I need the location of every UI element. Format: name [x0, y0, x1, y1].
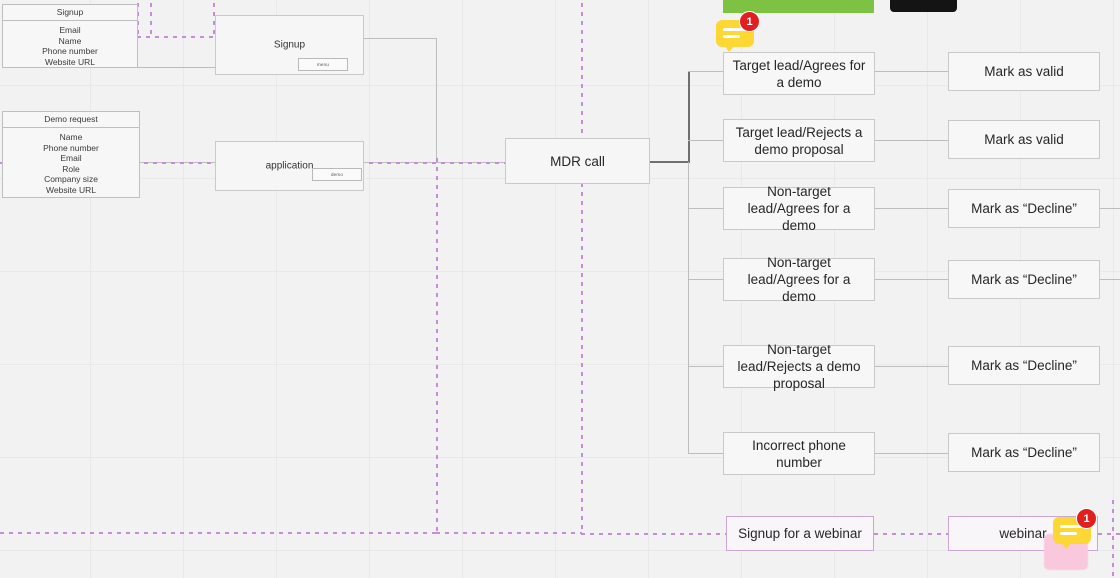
comment-bubble-top[interactable]: 1: [716, 11, 760, 52]
connector-outcome-action-4: [874, 279, 948, 280]
connector-hub-out: [650, 161, 689, 163]
action-label: Mark as “Decline”: [971, 445, 1077, 460]
outcome-label: Non-target lead/Rejects a demo proposal: [737, 342, 861, 391]
dashed-connector-trunk-right: [581, 0, 583, 533]
connector-branch-stub-1: [688, 71, 724, 72]
entity-field: Name: [59, 132, 83, 142]
comment-tail-icon: [1061, 542, 1072, 549]
action-label: Mark as valid: [984, 64, 1064, 79]
entity-field: Website URL: [46, 184, 96, 195]
action-label: Mark as valid: [984, 132, 1064, 147]
outcome-node-4[interactable]: Non-target lead/Agrees for a demo: [723, 255, 875, 304]
dashed-connector-webinar-down: [1112, 500, 1114, 578]
connector-branch-stub-3: [688, 208, 724, 209]
entity-field: Website URL: [45, 56, 95, 67]
dashed-connector-bottom-left: [0, 532, 437, 534]
connector-branch-stub-5: [688, 366, 724, 367]
entity-field: Phone number: [43, 142, 99, 153]
connector-branch-trunk-upper: [688, 71, 690, 163]
demo-request-entity-fields: Name Phone number Email Role Company siz…: [3, 128, 139, 201]
connector-branch-stub-6: [688, 453, 724, 454]
action-label: Mark as “Decline”: [971, 358, 1077, 373]
application-card-button[interactable]: demo: [312, 168, 362, 181]
dashed-connector-signup-to-card: [137, 36, 215, 38]
outcome-node-1[interactable]: Target lead/Agrees for a demo: [723, 52, 875, 95]
comment-bubble-bottom[interactable]: 1: [1053, 508, 1097, 549]
comment-tail-icon: [724, 45, 735, 52]
connector-signup-entity-to-card: [137, 67, 215, 68]
dashed-connector-bottom-mid: [436, 532, 582, 534]
entity-field: Role: [62, 163, 80, 174]
action-node-5[interactable]: Mark as “Decline”: [948, 346, 1100, 385]
comment-count-badge[interactable]: 1: [739, 11, 760, 32]
comment-line: [723, 35, 740, 38]
application-card[interactable]: application demo: [215, 141, 364, 191]
webinar-label: webinar: [999, 526, 1047, 541]
mdr-call-node[interactable]: MDR call: [505, 138, 650, 184]
connector-action-out-4: [1100, 279, 1120, 280]
entity-field: Phone number: [42, 46, 98, 57]
connector-signup-card-down: [436, 38, 437, 163]
flow-canvas[interactable]: Signup Email Name Phone number Website U…: [0, 0, 1120, 578]
action-node-1[interactable]: Mark as valid: [948, 52, 1100, 91]
black-bar[interactable]: [890, 0, 957, 12]
outcome-node-3[interactable]: Non-target lead/Agrees for a demo: [723, 184, 875, 233]
connector-outcome-action-5: [874, 366, 948, 367]
action-node-3[interactable]: Mark as “Decline”: [948, 189, 1100, 228]
dashed-connector-bottom-to-webinar: [581, 533, 726, 535]
outcome-label: Target lead/Agrees for a demo: [732, 57, 866, 90]
demo-request-entity-header: Demo request: [3, 112, 139, 128]
connector-action-out-3: [1100, 208, 1120, 209]
dashed-connector-webinar-link: [874, 533, 948, 535]
connector-branch-trunk-lower: [688, 162, 689, 453]
action-node-6[interactable]: Mark as “Decline”: [948, 433, 1100, 472]
signup-card-button[interactable]: menu: [298, 58, 348, 71]
outcome-node-5[interactable]: Non-target lead/Rejects a demo proposal: [723, 342, 875, 391]
entity-field: Name: [58, 35, 82, 46]
connector-outcome-action-2: [874, 140, 948, 141]
signup-entity-fields: Email Name Phone number Website URL: [3, 21, 137, 72]
dashed-connector-trunk-left: [436, 158, 438, 533]
signup-card[interactable]: Signup menu: [215, 15, 364, 75]
dashed-connector-webinar-out: [1098, 533, 1120, 535]
outcome-node-6[interactable]: Incorrect phone number: [723, 432, 875, 475]
action-node-2[interactable]: Mark as valid: [948, 120, 1100, 159]
outcome-label: Non-target lead/Agrees for a demo: [747, 184, 851, 233]
comment-line: [1060, 532, 1077, 535]
connector-branch-stub-2: [688, 140, 724, 141]
outcome-node-2[interactable]: Target lead/Rejects a demo proposal: [723, 119, 875, 162]
outcome-label: Non-target lead/Agrees for a demo: [747, 255, 851, 304]
connector-outcome-action-6: [874, 453, 948, 454]
demo-request-entity[interactable]: Demo request Name Phone number Email Rol…: [2, 111, 140, 198]
connector-outcome-action-3: [874, 208, 948, 209]
comment-count-badge[interactable]: 1: [1076, 508, 1097, 529]
connector-outcome-action-1: [874, 71, 948, 72]
signup-entity-header: Signup: [3, 5, 137, 21]
signup-card-title: Signup: [273, 39, 306, 51]
outcome-label: Incorrect phone number: [752, 437, 846, 470]
action-label: Mark as “Decline”: [971, 272, 1077, 287]
action-node-4[interactable]: Mark as “Decline”: [948, 260, 1100, 299]
action-label: Mark as “Decline”: [971, 201, 1077, 216]
signup-for-a-webinar-label: Signup for a webinar: [738, 526, 862, 541]
connector-branch-stub-4: [688, 279, 724, 280]
mdr-call-label: MDR call: [550, 153, 605, 169]
dashed-connector-signup-up-b: [150, 0, 152, 38]
signup-entity[interactable]: Signup Email Name Phone number Website U…: [2, 4, 138, 68]
signup-for-a-webinar-node[interactable]: Signup for a webinar: [726, 516, 874, 551]
outcome-label: Target lead/Rejects a demo proposal: [735, 124, 863, 157]
entity-field: Email: [60, 153, 82, 164]
connector-signup-card-out: [364, 38, 436, 39]
entity-field: Company size: [44, 174, 98, 185]
entity-field: Email: [59, 25, 81, 35]
